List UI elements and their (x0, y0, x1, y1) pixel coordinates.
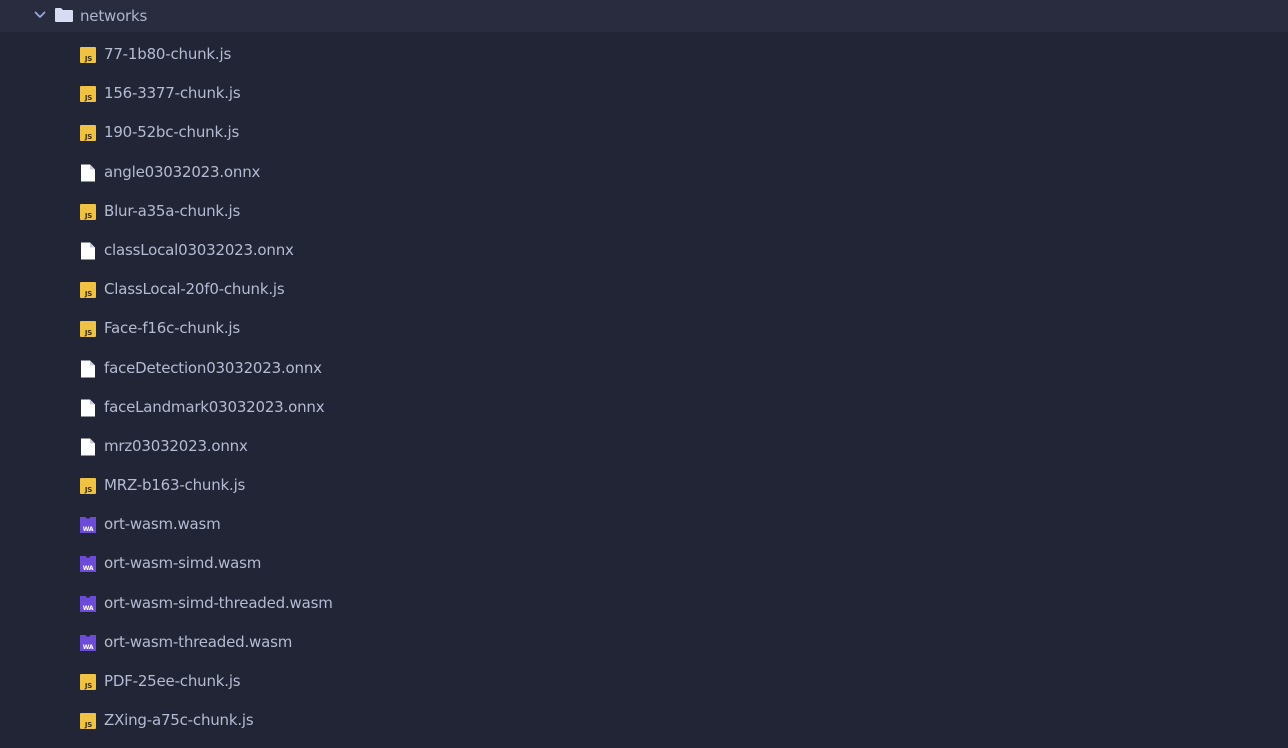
chevron-down-icon[interactable] (32, 7, 48, 23)
js-file-icon: JS (79, 477, 97, 495)
file-item[interactable]: JS 190-52bc-chunk.js (0, 113, 1288, 152)
file-item[interactable]: JS 156-3377-chunk.js (0, 74, 1288, 113)
file-item[interactable]: mrz03032023.onnx (0, 427, 1288, 466)
folder-row-networks[interactable]: networks (0, 0, 1288, 32)
js-file-icon: JS (79, 85, 97, 103)
svg-text:JS: JS (84, 55, 92, 63)
generic-file-icon (79, 164, 97, 182)
file-item[interactable]: JS Face-f16c-chunk.js (0, 309, 1288, 348)
file-label: 156-3377-chunk.js (104, 84, 241, 103)
file-label: ort-wasm-threaded.wasm (104, 632, 293, 651)
svg-text:JS: JS (84, 290, 92, 298)
js-file-icon: JS (79, 673, 97, 691)
wasm-file-icon: WA (79, 634, 97, 652)
wasm-file-icon: WA (79, 595, 97, 613)
file-label: 190-52bc-chunk.js (104, 123, 240, 142)
js-file-icon: JS (79, 712, 97, 730)
js-file-icon: JS (79, 320, 97, 338)
js-file-icon: JS (79, 124, 97, 142)
svg-text:JS: JS (84, 721, 92, 729)
file-item[interactable]: JS PDF-25ee-chunk.js (0, 662, 1288, 701)
folder-label: networks (80, 7, 148, 25)
file-label: angle03032023.onnx (104, 162, 261, 181)
svg-text:WA: WA (83, 644, 94, 651)
wasm-file-icon: WA (79, 555, 97, 573)
svg-text:JS: JS (84, 329, 92, 337)
file-label: Blur-a35a-chunk.js (104, 201, 241, 220)
svg-text:JS: JS (84, 486, 92, 494)
file-item[interactable]: classLocal03032023.onnx (0, 231, 1288, 270)
file-item[interactable]: WA ort-wasm.wasm (0, 505, 1288, 544)
folder-icon (54, 6, 74, 24)
generic-file-icon (79, 399, 97, 417)
generic-file-icon (79, 360, 97, 378)
file-label: ClassLocal-20f0-chunk.js (104, 280, 285, 299)
file-item[interactable]: WA ort-wasm-threaded.wasm (0, 623, 1288, 662)
svg-text:WA: WA (83, 565, 94, 572)
file-item[interactable]: WA ort-wasm-simd-threaded.wasm (0, 584, 1288, 623)
file-label: PDF-25ee-chunk.js (104, 672, 241, 690)
wasm-file-icon: WA (79, 516, 97, 534)
svg-text:JS: JS (84, 133, 92, 141)
file-item[interactable]: faceLandmark03032023.onnx (0, 388, 1288, 427)
svg-text:JS: JS (84, 212, 92, 220)
file-label: classLocal03032023.onnx (104, 240, 294, 259)
file-item[interactable]: faceDetection03032023.onnx (0, 349, 1288, 388)
js-file-icon: JS (79, 46, 97, 64)
file-item[interactable]: JS MRZ-b163-chunk.js (0, 466, 1288, 505)
file-item[interactable]: JS ZXing-a75c-chunk.js (0, 701, 1288, 740)
file-label: ZXing-a75c-chunk.js (104, 711, 254, 730)
file-item[interactable]: JS 77-1b80-chunk.js (0, 35, 1288, 74)
file-item[interactable]: WA ort-wasm-simd.wasm (0, 544, 1288, 583)
file-label: ort-wasm-simd-threaded.wasm (104, 593, 333, 612)
generic-file-icon (79, 242, 97, 260)
js-file-icon: JS (79, 203, 97, 221)
file-label: 77-1b80-chunk.js (104, 45, 232, 63)
svg-text:WA: WA (83, 605, 94, 612)
file-label: faceLandmark03032023.onnx (104, 397, 325, 416)
file-label: ort-wasm.wasm (104, 515, 221, 534)
file-label: MRZ-b163-chunk.js (104, 476, 246, 495)
file-label: faceDetection03032023.onnx (104, 358, 322, 377)
file-label: Face-f16c-chunk.js (104, 319, 240, 338)
js-file-icon: JS (79, 281, 97, 299)
svg-text:JS: JS (84, 682, 92, 690)
svg-text:WA: WA (83, 526, 94, 533)
file-label: ort-wasm-simd.wasm (104, 554, 262, 573)
file-explorer: networks JS 77-1b80-chunk.js JS 156-3377-ch… (0, 0, 1288, 748)
file-list: JS 77-1b80-chunk.js JS 156-3377-chunk.js JS 1… (0, 35, 1288, 740)
file-item[interactable]: JS ClassLocal-20f0-chunk.js (0, 270, 1288, 309)
file-item[interactable]: JS Blur-a35a-chunk.js (0, 192, 1288, 231)
generic-file-icon (79, 438, 97, 456)
file-label: mrz03032023.onnx (104, 436, 248, 455)
file-item[interactable]: angle03032023.onnx (0, 153, 1288, 192)
svg-text:JS: JS (84, 94, 92, 102)
